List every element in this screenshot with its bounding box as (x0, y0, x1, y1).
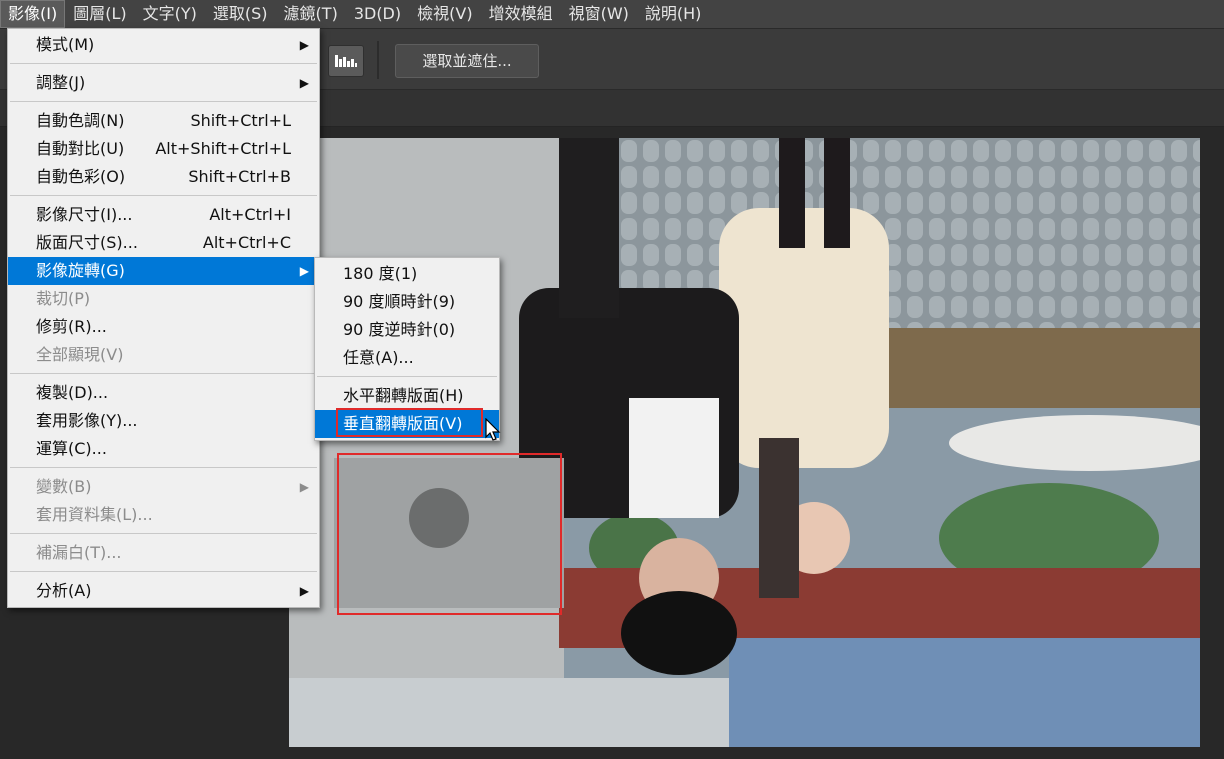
menubar-item[interactable]: 視窗(W) (561, 0, 637, 28)
menu-item[interactable]: 水平翻轉版面(H) (315, 382, 499, 410)
menu-item-shortcut: Shift+Ctrl+L (190, 111, 291, 130)
menubar-item[interactable]: 檢視(V) (409, 0, 480, 28)
menu-item-label: 版面尺寸(S)... (36, 233, 138, 252)
menu-item-shortcut: Alt+Shift+Ctrl+L (155, 139, 291, 158)
menu-item[interactable]: 版面尺寸(S)... Alt+Ctrl+C (8, 229, 319, 257)
menu-item-shortcut: Alt+Ctrl+C (202, 233, 291, 252)
menu-item-label: 修剪(R)... (36, 317, 107, 336)
menubar-item[interactable]: 濾鏡(T) (276, 0, 346, 28)
submenu-arrow-icon: ▶ (299, 264, 309, 278)
menu-item-shortcut: Shift+Ctrl+B (188, 167, 291, 186)
menu-item-label: 分析(A) (36, 581, 92, 600)
submenu-arrow-icon: ▶ (299, 76, 309, 90)
menu-item[interactable]: 180 度(1) (315, 260, 499, 288)
menu-separator (10, 63, 317, 64)
menu-item[interactable]: 分析(A) ▶ (8, 577, 319, 605)
menu-item-label: 調整(J) (36, 73, 86, 92)
document-canvas[interactable] (289, 138, 1200, 747)
menu-separator (10, 467, 317, 468)
menu-item-label: 套用影像(Y)... (36, 411, 138, 430)
annotation-box-canvas (337, 453, 562, 615)
histogram-button[interactable] (328, 45, 364, 77)
menu-item[interactable]: 運算(C)... (8, 435, 319, 463)
menu-item-label: 影像旋轉(G) (36, 261, 125, 280)
menu-item-label: 水平翻轉版面(H) (343, 386, 464, 405)
menu-item-label: 全部顯現(V) (36, 345, 124, 364)
menu-item: 全部顯現(V) (8, 341, 319, 369)
menu-separator (10, 195, 317, 196)
menu-item-label: 90 度順時針(9) (343, 292, 456, 311)
menu-separator (10, 101, 317, 102)
menu-item: 裁切(P) (8, 285, 319, 313)
annotation-box-flip-vertical (336, 408, 483, 437)
menu-item: 補漏白(T)... (8, 539, 319, 567)
menubar-item[interactable]: 文字(Y) (135, 0, 205, 28)
submenu-arrow-icon: ▶ (299, 38, 309, 52)
menu-item-label: 套用資料集(L)... (36, 505, 153, 524)
menu-item-label: 複製(D)... (36, 383, 109, 402)
menubar-item[interactable]: 3D(D) (346, 0, 409, 28)
menu-item-label: 90 度逆時針(0) (343, 320, 456, 339)
menu-item[interactable]: 自動對比(U) Alt+Shift+Ctrl+L (8, 135, 319, 163)
menu-item-label: 模式(M) (36, 35, 95, 54)
menu-item-shortcut: Alt+Ctrl+I (209, 205, 291, 224)
menu-item-label: 影像尺寸(I)... (36, 205, 133, 224)
menubar-item[interactable]: 選取(S) (205, 0, 276, 28)
menu-separator (317, 376, 497, 377)
menu-item-label: 自動色彩(O) (36, 167, 126, 186)
menu-item-label: 自動對比(U) (36, 139, 125, 158)
menubar-item[interactable]: 說明(H) (637, 0, 710, 28)
histogram-icon (335, 55, 357, 67)
menu-item-label: 180 度(1) (343, 264, 418, 283)
menu-item: 套用資料集(L)... (8, 501, 319, 529)
mouse-cursor-icon (485, 418, 501, 441)
menu-item[interactable]: 修剪(R)... (8, 313, 319, 341)
select-and-mask-button[interactable]: 選取並遮住... (395, 44, 539, 78)
menu-item[interactable]: 90 度順時針(9) (315, 288, 499, 316)
menubar-item[interactable]: 影像(I) (0, 0, 66, 28)
menu-separator (10, 571, 317, 572)
menu-item[interactable]: 模式(M) ▶ (8, 31, 319, 59)
submenu-arrow-icon: ▶ (299, 584, 309, 598)
menu-item[interactable]: 複製(D)... (8, 379, 319, 407)
menu-item[interactable]: 自動色調(N) Shift+Ctrl+L (8, 107, 319, 135)
menu-separator (10, 373, 317, 374)
menu-item-label: 任意(A)... (343, 348, 414, 367)
menu-item[interactable]: 90 度逆時針(0) (315, 316, 499, 344)
menu-item: 變數(B) ▶ (8, 473, 319, 501)
image-menu-dropdown: 模式(M) ▶ 調整(J) ▶ 自動色調(N) Shift+Ctrl+L 自動對比(U) Al… (7, 28, 320, 608)
menubar-item[interactable]: 增效模組 (481, 0, 561, 28)
menu-item-label: 運算(C)... (36, 439, 107, 458)
menu-item[interactable]: 套用影像(Y)... (8, 407, 319, 435)
menu-item[interactable]: 自動色彩(O) Shift+Ctrl+B (8, 163, 319, 191)
menu-separator (10, 533, 317, 534)
menu-item-label: 變數(B) (36, 477, 92, 496)
canvas-photo (289, 138, 1200, 747)
menu-item-label: 補漏白(T)... (36, 543, 122, 562)
menu-item[interactable]: 影像尺寸(I)... Alt+Ctrl+I (8, 201, 319, 229)
menu-bar: 影像(I) 圖層(L) 文字(Y) 選取(S) 濾鏡(T) 3D(D) 檢視(V) 增效模組視… (0, 0, 1224, 29)
menu-item-label: 裁切(P) (36, 289, 91, 308)
menu-item[interactable]: 影像旋轉(G) ▶ (8, 257, 319, 285)
menubar-item[interactable]: 圖層(L) (65, 0, 134, 28)
toolbar-separator (377, 41, 379, 79)
menu-item[interactable]: 調整(J) ▶ (8, 69, 319, 97)
submenu-arrow-icon: ▶ (299, 480, 309, 494)
menu-item-label: 自動色調(N) (36, 111, 125, 130)
menu-item[interactable]: 任意(A)... (315, 344, 499, 372)
